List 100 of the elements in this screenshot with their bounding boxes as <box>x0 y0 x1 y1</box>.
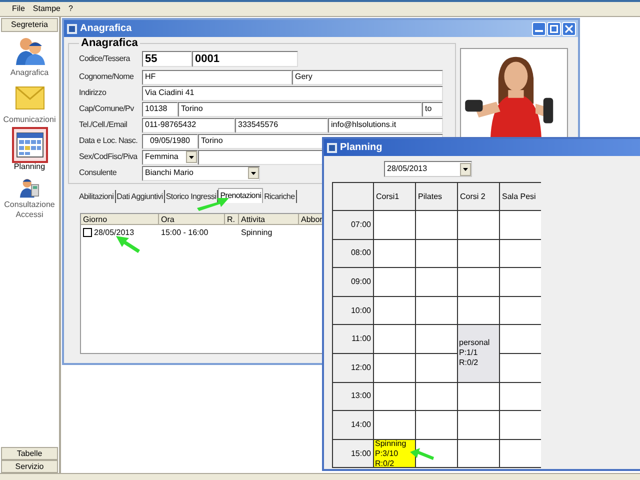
column-header: Sala Pesi <box>500 183 541 210</box>
time-label: 10:00 <box>333 296 373 324</box>
checkbox[interactable] <box>83 228 92 237</box>
grid-cell[interactable] <box>458 240 499 268</box>
grid-cell[interactable] <box>458 211 499 239</box>
tab[interactable]: Ricariche <box>263 190 297 203</box>
arrow-icon <box>114 234 142 254</box>
grid-cell[interactable] <box>416 211 457 239</box>
grid-cell[interactable] <box>458 411 499 439</box>
window-icon <box>67 24 77 34</box>
header-cell <box>333 183 373 210</box>
sidebar-item[interactable]: Consultazione Accessi <box>0 176 60 220</box>
close-button[interactable] <box>562 22 576 36</box>
menu-item[interactable]: ? <box>67 3 74 15</box>
column-header[interactable]: Giorno <box>81 214 159 224</box>
grid-cell[interactable] <box>416 354 457 382</box>
date-field[interactable]: 09/05/1980 <box>142 134 198 148</box>
text-field[interactable]: Gery <box>292 70 443 84</box>
maximize-button[interactable] <box>547 22 561 36</box>
field-label: Codice/Tessera <box>79 54 130 63</box>
grid-cell[interactable] <box>374 240 415 268</box>
time-label: 15:00 <box>333 440 373 468</box>
grid-cell[interactable] <box>374 268 415 296</box>
grid-cell[interactable] <box>458 268 499 296</box>
dropdown-field[interactable]: Bianchi Mario <box>142 166 260 180</box>
column-header: Corsi 2 <box>458 183 499 210</box>
grid-cell[interactable] <box>416 440 457 468</box>
sidebar-item[interactable]: Planning <box>0 129 60 173</box>
event-cell[interactable]: Spinning P:3/10 R:0/2 <box>374 440 415 468</box>
grid-cell[interactable] <box>500 354 541 382</box>
text-field[interactable]: to <box>422 102 443 116</box>
sidebar-header-button[interactable]: Segreteria <box>1 18 58 32</box>
time-label: 14:00 <box>333 411 373 439</box>
column-header: Corsi1 <box>374 183 415 210</box>
grid-cell[interactable] <box>500 382 541 410</box>
grid-cell[interactable] <box>374 296 415 324</box>
close-icon <box>565 24 573 32</box>
grid-cell[interactable] <box>500 325 541 353</box>
text-field[interactable]: 55 <box>142 51 192 67</box>
grid-cell[interactable] <box>458 382 499 410</box>
grid-cell[interactable] <box>374 354 415 382</box>
table-cell: 28/05/2013 <box>94 226 134 238</box>
field-label: Sex/CodFisc/Piva <box>79 152 138 161</box>
text-field[interactable]: info@hlsolutions.it <box>328 118 443 132</box>
window-icon <box>327 142 337 152</box>
text-field[interactable]: HF <box>142 70 292 84</box>
time-label: 13:00 <box>333 382 373 410</box>
grid-cell[interactable] <box>458 440 499 468</box>
grid-cell[interactable] <box>416 240 457 268</box>
grid-cell[interactable] <box>374 211 415 239</box>
grid-cell[interactable] <box>416 325 457 353</box>
people-icon <box>14 35 46 67</box>
dropdown-button[interactable] <box>460 162 471 176</box>
grid-cell[interactable] <box>500 211 541 239</box>
field-label: Consulente <box>79 168 116 177</box>
grid-cell[interactable] <box>416 411 457 439</box>
dropdown-button[interactable] <box>186 151 197 163</box>
dropdown-field[interactable]: Femmina <box>142 150 198 164</box>
grid-cell[interactable] <box>500 240 541 268</box>
menu-item[interactable]: File <box>11 3 26 15</box>
date-dropdown[interactable]: 28/05/2013 <box>384 161 472 177</box>
menu-item[interactable]: Stampe <box>32 3 62 15</box>
window-title: Anagrafica <box>80 22 132 36</box>
sidebar-section-button[interactable]: Servizio <box>1 460 58 473</box>
sidebar-item[interactable]: Anagrafica <box>0 35 60 79</box>
sidebar-section-button[interactable]: Tabelle <box>1 447 58 460</box>
minimize-button[interactable] <box>532 22 546 36</box>
grid-cell[interactable] <box>374 382 415 410</box>
tab[interactable]: Prenotazioni <box>218 188 264 203</box>
event-cell[interactable]: personal P:1/1 R:0/2 <box>458 325 499 382</box>
tab[interactable]: Abilitazioni <box>78 190 116 203</box>
column-header[interactable]: Attivita <box>239 214 299 224</box>
dropdown-button[interactable] <box>248 167 259 179</box>
time-label: 11:00 <box>333 325 373 353</box>
grid-cell[interactable] <box>500 411 541 439</box>
grid-cell[interactable] <box>416 296 457 324</box>
grid-cell[interactable] <box>416 268 457 296</box>
column-header[interactable]: Ora <box>159 214 225 224</box>
time-label: 09:00 <box>333 268 373 296</box>
text-field[interactable]: Via Ciadini 41 <box>142 86 443 100</box>
grid-cell[interactable] <box>500 296 541 324</box>
text-field[interactable]: 333545576 <box>235 118 328 132</box>
text-field[interactable]: 10138 <box>142 102 178 116</box>
table-cell: Spinning <box>241 226 272 238</box>
tab[interactable]: Dati Aggiuntivi <box>116 190 165 203</box>
grid-cell[interactable] <box>374 411 415 439</box>
grid-cell[interactable] <box>374 325 415 353</box>
text-field[interactable]: Torino <box>178 102 422 116</box>
field-label: Cap/Comune/Pv <box>79 104 134 113</box>
grid-cell[interactable] <box>500 268 541 296</box>
field-label: Cognome/Nome <box>79 72 134 81</box>
field-label: Indirizzo <box>79 88 106 97</box>
text-field[interactable]: 011-98765432 <box>142 118 235 132</box>
grid-cell[interactable] <box>458 296 499 324</box>
sidebar-item[interactable]: Comunicazioni <box>0 82 60 126</box>
column-header[interactable]: R. <box>225 214 239 224</box>
grid-cell[interactable] <box>416 382 457 410</box>
calendar-icon <box>14 129 46 161</box>
grid-cell[interactable] <box>500 440 541 468</box>
text-field[interactable]: 0001 <box>192 51 298 67</box>
